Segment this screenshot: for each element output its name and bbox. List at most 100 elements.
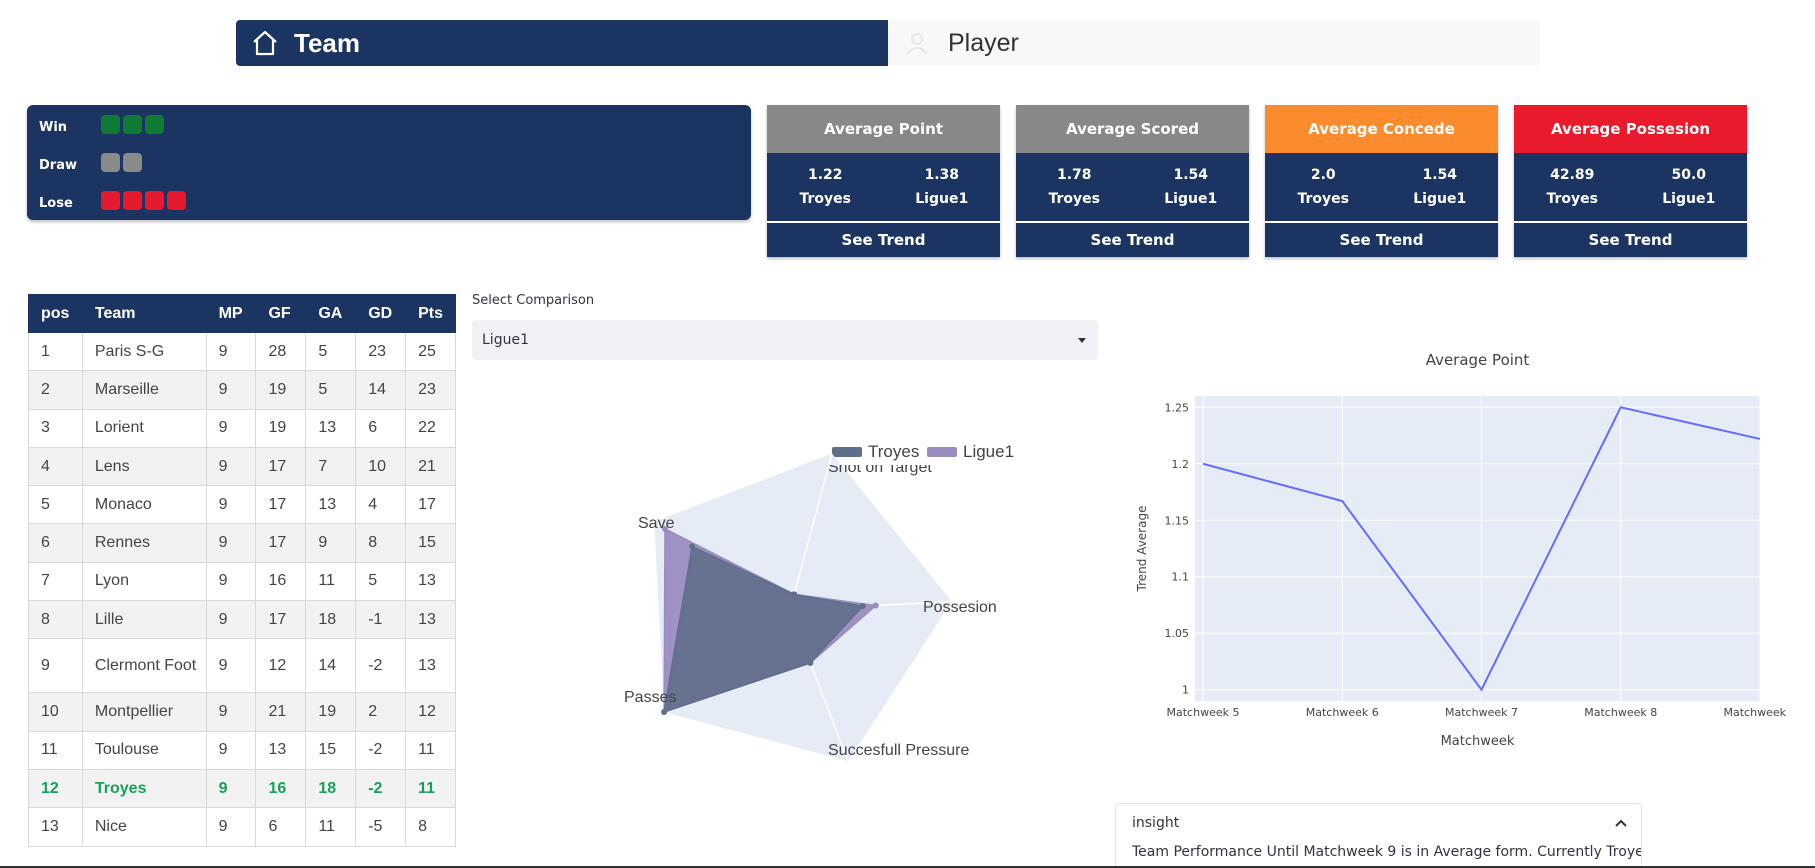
see-trend-button[interactable]: See Trend [767,223,1000,257]
team-name: Troyes [1546,191,1599,207]
table-cell: 19 [255,370,307,410]
y-tick-label: 1.1 [1172,571,1190,584]
table-cell: 15 [305,730,357,770]
table-cell: 9 [205,408,257,448]
table-cell: 10 [28,692,83,732]
table-cell: 3 [28,408,83,448]
radar-point [689,543,696,550]
table-cell: 4 [355,485,407,525]
table-cell: 17 [255,523,307,563]
draw-squares [101,153,145,177]
table-cell: 11 [305,561,357,602]
form-row-lose: Lose [39,191,189,215]
table-cell: 12 [405,692,456,732]
table-cell: 8 [405,807,456,847]
table-cell: 9 [205,768,257,809]
league-value: 1.54 [1173,167,1209,183]
comparison-select[interactable]: Ligue1 [472,320,1098,360]
league-value: 1.54 [1422,167,1458,183]
table-row: 6 Rennes 9 17 9 8 15 [28,523,456,563]
table-cell: Lorient [81,408,207,448]
draw-label: Draw [39,157,77,173]
table-cell: 2 [28,370,83,410]
team-value: 1.78 [1056,167,1092,183]
table-cell: 17 [255,600,307,640]
x-tick-label: Matchweek 8 [1584,706,1657,719]
table-cell: 7 [305,446,357,487]
league-table: pos Team MP GF GA GD Pts 1 Paris S-G 9 28 5 2… [28,294,456,847]
column-header: MP [205,294,257,333]
team-value: 1.22 [807,167,843,183]
table-cell: 21 [405,446,456,487]
table-cell: 9 [205,561,257,602]
form-result-square [167,191,186,210]
see-trend-button[interactable]: See Trend [1016,223,1249,257]
insight-expander[interactable]: insight Team Performance Until Matchweek… [1115,803,1642,868]
table-row: 4 Lens 9 17 7 10 21 [28,446,456,487]
table-cell: -2 [355,768,407,809]
tab-player-label: Player [948,28,1019,57]
column-header: Pts [405,294,456,333]
tab-team[interactable]: Team [236,20,888,66]
form-result-square [145,191,164,210]
table-row: 11 Toulouse 9 13 15 -2 11 [28,730,456,770]
column-header: Team [81,294,207,333]
league-value: 50.0 [1671,167,1707,183]
table-cell: 9 [205,638,257,694]
table-cell: 13 [255,730,307,770]
column-header: GF [255,294,307,333]
radar-axis-label: Succesfull Pressure [828,742,970,759]
y-tick-label: 1.25 [1165,401,1190,414]
table-cell: 5 [305,370,357,410]
table-cell: 9 [28,638,83,694]
radar-point [661,708,668,715]
column-header: GA [305,294,357,333]
radar-point [807,659,814,666]
table-cell: 11 [405,730,456,770]
y-tick-label: 1.15 [1165,514,1190,527]
see-trend-button[interactable]: See Trend [1514,223,1747,257]
column-header: GD [355,294,407,333]
chart-title: Average Point [1426,351,1530,369]
table-cell: Montpellier [81,692,207,732]
radar-axis-label: Passes [624,689,677,706]
table-cell: 21 [255,692,307,732]
form-result-square [101,153,120,172]
form-row-win: Win [39,115,167,139]
table-cell: 13 [405,561,456,602]
table-cell: 13 [305,408,357,448]
table-cell: 6 [355,408,407,448]
table-cell: 23 [405,370,456,410]
y-tick-label: 1.2 [1172,458,1190,471]
chevron-up-icon[interactable] [1615,819,1627,827]
table-cell: Lille [81,600,207,640]
table-cell: 14 [305,638,357,694]
table-cell: 18 [305,768,357,809]
radar-point [859,603,866,610]
table-cell: 17 [405,485,456,525]
x-axis-title: Matchweek [1441,734,1515,749]
y-tick-label: 1.05 [1165,627,1190,640]
select-comparison-label: Select Comparison [472,293,595,308]
table-cell: -1 [355,600,407,640]
table-row: 10 Montpellier 9 21 19 2 12 [28,692,456,732]
tab-player[interactable]: Player [888,20,1540,66]
radar-axis-label: Save [638,515,675,532]
league-name: Ligue1 [915,191,969,207]
table-cell: 12 [28,768,83,809]
radar-point [872,602,879,609]
table-cell: Troyes [81,768,207,809]
table-cell: 8 [355,523,407,563]
team-name: Troyes [1048,191,1101,207]
table-cell: 14 [355,370,407,410]
league-value: 1.38 [924,167,960,183]
table-cell: 1 [28,331,83,372]
table-cell: 5 [305,331,357,372]
see-trend-button[interactable]: See Trend [1265,223,1498,257]
table-cell: -2 [355,730,407,770]
table-cell: 8 [28,600,83,640]
form-result-square [123,153,142,172]
table-cell: 12 [255,638,307,694]
form-row-draw: Draw [39,153,145,177]
table-cell: 11 [405,768,456,809]
